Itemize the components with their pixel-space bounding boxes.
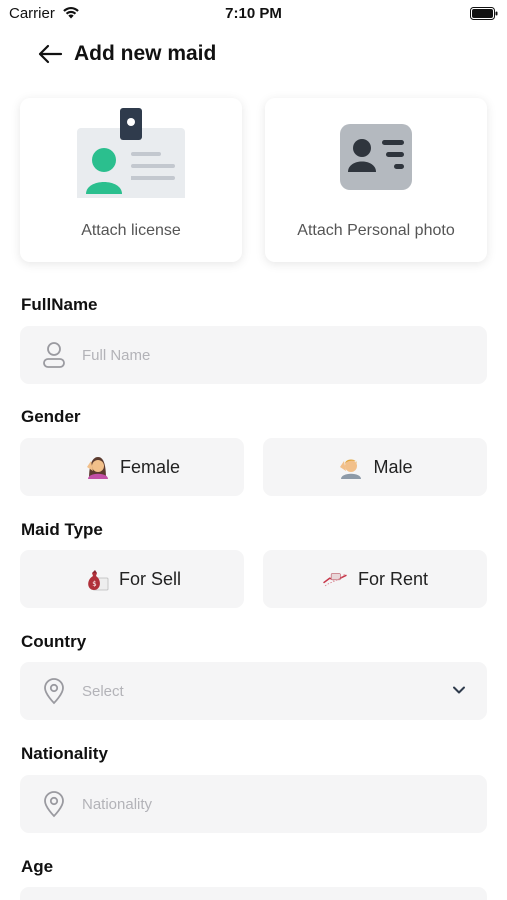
- age-input[interactable]: [20, 887, 487, 900]
- gender-option-female[interactable]: Female: [20, 438, 244, 496]
- money-bag-icon: $: [83, 566, 109, 592]
- status-time: 7:10 PM: [225, 5, 282, 22]
- age-label: Age: [21, 857, 54, 876]
- fullname-label: FullName: [21, 295, 98, 314]
- country-placeholder: Select: [82, 682, 124, 700]
- gender-option-male[interactable]: Male: [263, 438, 487, 496]
- gender-options: Female Male: [20, 438, 487, 496]
- maid-type-option-rent-label: For Rent: [357, 568, 429, 589]
- man-emoji-icon: [337, 454, 363, 480]
- maid-type-option-sell-label: For Sell: [118, 568, 181, 589]
- chevron-down-icon: [453, 686, 465, 694]
- maid-type-option-rent[interactable]: For Rent: [263, 550, 487, 608]
- maid-type-label: Maid Type: [21, 520, 103, 539]
- woman-emoji-icon: [84, 454, 110, 480]
- gender-label: Gender: [21, 407, 81, 426]
- attach-row: Attach license Attach Personal photo: [20, 98, 487, 262]
- gender-option-female-label: Female: [119, 456, 181, 477]
- attach-license-card[interactable]: Attach license: [20, 98, 242, 262]
- nationality-label: Nationality: [21, 744, 108, 763]
- maid-type-option-sell[interactable]: $ For Sell: [20, 550, 244, 608]
- header: Add new maid: [36, 38, 216, 70]
- fullname-placeholder: Full Name: [82, 346, 151, 364]
- back-button[interactable]: [36, 40, 64, 68]
- fullname-input[interactable]: Full Name: [20, 326, 487, 384]
- location-pin-icon: [40, 790, 68, 818]
- country-label: Country: [21, 632, 87, 651]
- contact-card-icon: [265, 122, 487, 192]
- attach-license-label: Attach license: [81, 222, 181, 239]
- attach-photo-label: Attach Personal photo: [297, 222, 455, 239]
- nationality-input[interactable]: Nationality: [20, 775, 487, 833]
- page-title: Add new maid: [74, 42, 217, 65]
- arrow-left-icon: [38, 44, 63, 64]
- nationality-placeholder: Nationality: [82, 795, 153, 813]
- user-icon: [40, 341, 68, 369]
- status-bar: Carrier 7:10 PM: [0, 0, 507, 30]
- attach-photo-card[interactable]: Attach Personal photo: [265, 98, 487, 262]
- maid-type-options: $ For Sell For Rent: [20, 550, 487, 608]
- handshake-money-icon: [322, 566, 348, 592]
- id-badge-icon: [20, 106, 242, 198]
- country-select[interactable]: Select: [20, 662, 487, 720]
- battery-icon: [470, 7, 498, 20]
- gender-option-male-label: Male: [373, 456, 413, 477]
- svg-text:$: $: [92, 580, 96, 588]
- location-pin-icon: [40, 677, 68, 705]
